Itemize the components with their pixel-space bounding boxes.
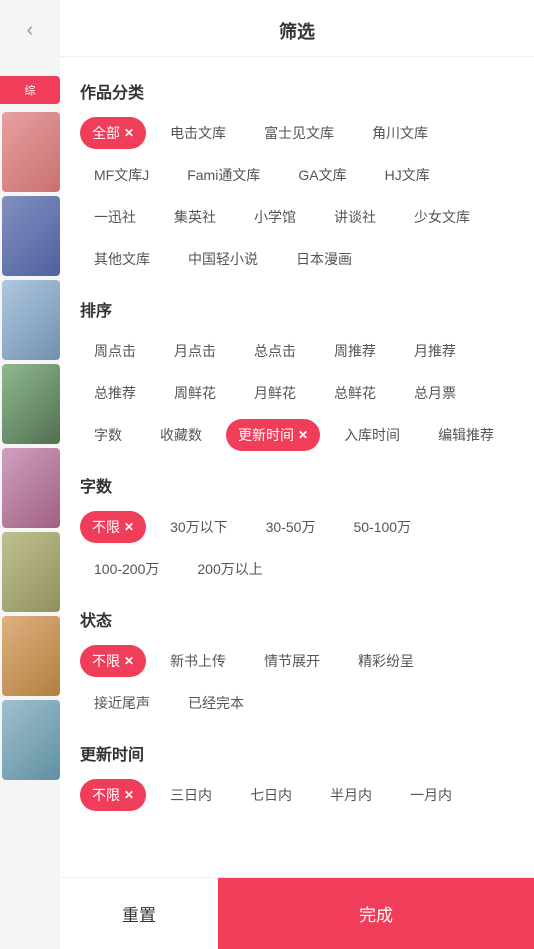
- tag-sort-6[interactable]: 周鲜花: [160, 377, 230, 409]
- tag-category-5[interactable]: Fami通文库: [173, 159, 274, 191]
- tag-status-0[interactable]: 不限 ✕: [80, 645, 146, 677]
- close-icon: ✕: [124, 654, 134, 668]
- tag-category-9[interactable]: 集英社: [160, 201, 230, 233]
- updatetime-tags: 不限 ✕ 三日内 七日内 半月内 一月内: [80, 779, 514, 811]
- tag-category-6[interactable]: GA文库: [284, 159, 360, 191]
- tag-sort-2[interactable]: 总点击: [240, 335, 310, 367]
- status-tags: 不限 ✕ 新书上传 情节展开 精彩纷呈 接近尾声 已经完本: [80, 645, 514, 719]
- tag-sort-1[interactable]: 月点击: [160, 335, 230, 367]
- back-button[interactable]: ‹: [0, 0, 60, 60]
- tag-sort-7[interactable]: 月鲜花: [240, 377, 310, 409]
- section-updatetime-title: 更新时间: [80, 741, 514, 765]
- tag-wordcount-4[interactable]: 100-200万: [80, 553, 173, 585]
- tag-category-10[interactable]: 小学馆: [240, 201, 310, 233]
- panel-header: 筛选: [60, 0, 534, 57]
- tag-sort-9[interactable]: 总月票: [400, 377, 470, 409]
- sort-tags: 周点击 月点击 总点击 周推荐 月推荐 总推荐 周鲜花 月鲜花 总鲜花 总月票 …: [80, 335, 514, 451]
- tag-sort-12[interactable]: 更新时间 ✕: [226, 419, 320, 451]
- filter-panel: 筛选 作品分类 全部 ✕ 电击文库 富士见文库 角川文库 MF文库J Fami通…: [60, 0, 534, 949]
- tag-category-2[interactable]: 富士见文库: [250, 117, 348, 149]
- tag-status-3[interactable]: 精彩纷呈: [344, 645, 428, 677]
- section-category: 作品分类 全部 ✕ 电击文库 富士见文库 角川文库 MF文库J Fami通文库 …: [80, 79, 514, 275]
- tag-wordcount-3[interactable]: 50-100万: [339, 511, 425, 543]
- tag-sort-3[interactable]: 周推荐: [320, 335, 390, 367]
- tag-status-4[interactable]: 接近尾声: [80, 687, 164, 719]
- tag-category-15[interactable]: 日本漫画: [282, 243, 366, 275]
- tag-sort-8[interactable]: 总鲜花: [320, 377, 390, 409]
- tag-sort-14[interactable]: 编辑推荐: [424, 419, 508, 451]
- sidebar: 综: [0, 0, 60, 949]
- footer: 重置 完成: [60, 877, 534, 949]
- tag-wordcount-1[interactable]: 30万以下: [156, 511, 242, 543]
- section-status: 状态 不限 ✕ 新书上传 情节展开 精彩纷呈 接近尾声 已经完本: [80, 607, 514, 719]
- section-sort: 排序 周点击 月点击 总点击 周推荐 月推荐 总推荐 周鲜花 月鲜花 总鲜花 总…: [80, 297, 514, 451]
- close-icon: ✕: [124, 520, 134, 534]
- tag-category-7[interactable]: HJ文库: [371, 159, 444, 191]
- tag-wordcount-2[interactable]: 30-50万: [252, 511, 330, 543]
- category-tags: 全部 ✕ 电击文库 富士见文库 角川文库 MF文库J Fami通文库 GA文库 …: [80, 117, 514, 275]
- tag-sort-5[interactable]: 总推荐: [80, 377, 150, 409]
- tag-updatetime-3[interactable]: 半月内: [316, 779, 386, 811]
- sidebar-active-tab[interactable]: 综: [0, 76, 60, 104]
- section-category-title: 作品分类: [80, 79, 514, 103]
- tag-sort-4[interactable]: 月推荐: [400, 335, 470, 367]
- section-status-title: 状态: [80, 607, 514, 631]
- tag-wordcount-0[interactable]: 不限 ✕: [80, 511, 146, 543]
- close-icon: ✕: [124, 126, 134, 140]
- tag-status-1[interactable]: 新书上传: [156, 645, 240, 677]
- filter-content: 作品分类 全部 ✕ 电击文库 富士见文库 角川文库 MF文库J Fami通文库 …: [60, 57, 534, 949]
- tag-category-12[interactable]: 少女文库: [400, 201, 484, 233]
- tag-category-3[interactable]: 角川文库: [358, 117, 442, 149]
- tag-sort-11[interactable]: 收藏数: [146, 419, 216, 451]
- back-icon: ‹: [27, 19, 34, 42]
- section-sort-title: 排序: [80, 297, 514, 321]
- tag-sort-10[interactable]: 字数: [80, 419, 136, 451]
- tag-category-14[interactable]: 中国轻小说: [174, 243, 272, 275]
- tag-sort-13[interactable]: 入库时间: [330, 419, 414, 451]
- section-wordcount-title: 字数: [80, 473, 514, 497]
- tag-category-1[interactable]: 电击文库: [156, 117, 240, 149]
- close-icon: ✕: [298, 428, 308, 442]
- tag-status-2[interactable]: 情节展开: [250, 645, 334, 677]
- tag-updatetime-1[interactable]: 三日内: [156, 779, 226, 811]
- tag-wordcount-5[interactable]: 200万以上: [183, 553, 276, 585]
- tag-category-0[interactable]: 全部 ✕: [80, 117, 146, 149]
- tag-sort-0[interactable]: 周点击: [80, 335, 150, 367]
- tag-category-11[interactable]: 讲谈社: [320, 201, 390, 233]
- tag-updatetime-2[interactable]: 七日内: [236, 779, 306, 811]
- panel-title: 筛选: [279, 22, 315, 42]
- section-wordcount: 字数 不限 ✕ 30万以下 30-50万 50-100万 100-200万 20…: [80, 473, 514, 585]
- tag-category-4[interactable]: MF文库J: [80, 159, 163, 191]
- wordcount-tags: 不限 ✕ 30万以下 30-50万 50-100万 100-200万 200万以…: [80, 511, 514, 585]
- tag-status-5[interactable]: 已经完本: [174, 687, 258, 719]
- close-icon: ✕: [124, 788, 134, 802]
- tag-category-8[interactable]: 一迅社: [80, 201, 150, 233]
- section-updatetime: 更新时间 不限 ✕ 三日内 七日内 半月内 一月内: [80, 741, 514, 811]
- tag-updatetime-4[interactable]: 一月内: [396, 779, 466, 811]
- reset-button[interactable]: 重置: [60, 878, 218, 949]
- tag-updatetime-0[interactable]: 不限 ✕: [80, 779, 146, 811]
- confirm-button[interactable]: 完成: [218, 878, 534, 949]
- tag-category-13[interactable]: 其他文库: [80, 243, 164, 275]
